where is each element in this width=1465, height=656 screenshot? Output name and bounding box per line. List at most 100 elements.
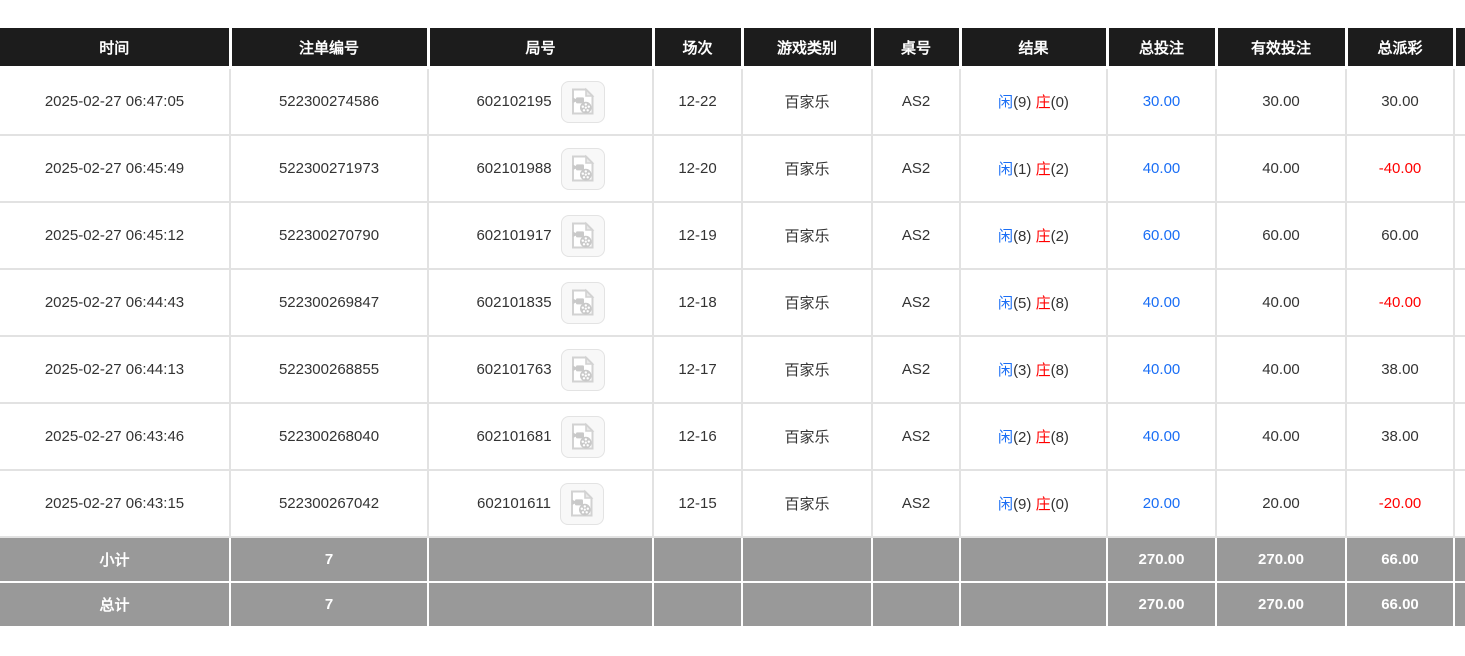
game-type-cell: 百家乐 bbox=[742, 68, 872, 136]
banker-label: 庄 bbox=[1036, 228, 1051, 245]
table-no-cell: AS2 bbox=[872, 403, 960, 470]
total-payout-cell: -20.00 bbox=[1346, 470, 1454, 537]
subtotal-label: 小计 bbox=[0, 537, 230, 582]
total-count: 7 bbox=[230, 582, 428, 627]
player-score: (1) bbox=[1013, 161, 1031, 178]
time-cell: 2025-02-27 06:45:12 bbox=[0, 202, 230, 269]
player-score: (3) bbox=[1013, 362, 1031, 379]
banker-label: 庄 bbox=[1036, 94, 1051, 111]
clipped-cell bbox=[1454, 202, 1465, 269]
valid-bet-cell: 40.00 bbox=[1216, 269, 1346, 336]
result-cell: 闲(5) 庄(8) bbox=[960, 269, 1107, 336]
banker-label: 庄 bbox=[1036, 161, 1051, 178]
bet-id-cell: 522300271973 bbox=[230, 135, 428, 202]
round-cell: 602101681 bbox=[428, 403, 653, 470]
valid-bet-cell: 30.00 bbox=[1216, 68, 1346, 136]
player-label: 闲 bbox=[998, 161, 1013, 178]
round-number: 602101681 bbox=[476, 428, 551, 445]
banker-score: (0) bbox=[1051, 94, 1069, 111]
time-cell: 2025-02-27 06:44:13 bbox=[0, 336, 230, 403]
column-header-result: 结果 bbox=[960, 28, 1107, 68]
valid-bet-cell: 40.00 bbox=[1216, 336, 1346, 403]
table-no-cell: AS2 bbox=[872, 68, 960, 136]
clipped-cell bbox=[1454, 135, 1465, 202]
banker-score: (8) bbox=[1051, 429, 1069, 446]
game-type-cell: 百家乐 bbox=[742, 269, 872, 336]
player-score: (5) bbox=[1013, 295, 1031, 312]
column-header-game-type: 游戏类别 bbox=[742, 28, 872, 68]
video-file-icon bbox=[569, 221, 596, 250]
total-payout-cell: 60.00 bbox=[1346, 202, 1454, 269]
video-file-icon bbox=[569, 355, 596, 384]
column-header-total-payout: 总派彩 bbox=[1346, 28, 1454, 68]
round-number: 602102195 bbox=[476, 93, 551, 110]
table-body: 2025-02-27 06:47:05 522300274586 6021021… bbox=[0, 68, 1465, 538]
video-file-icon bbox=[568, 489, 595, 518]
time-cell: 2025-02-27 06:43:46 bbox=[0, 403, 230, 470]
valid-bet-cell: 40.00 bbox=[1216, 135, 1346, 202]
video-replay-button[interactable] bbox=[560, 483, 604, 525]
total-total-payout: 66.00 bbox=[1346, 582, 1454, 627]
round-number: 602101917 bbox=[476, 227, 551, 244]
video-file-icon bbox=[569, 154, 596, 183]
banker-label: 庄 bbox=[1036, 429, 1051, 446]
bet-records-table: 时间 注单编号 局号 场次 游戏类别 桌号 结果 总投注 有效投注 总派彩 20… bbox=[0, 28, 1465, 628]
video-replay-button[interactable] bbox=[561, 282, 605, 324]
table-row: 2025-02-27 06:47:05 522300274586 6021021… bbox=[0, 68, 1465, 136]
video-replay-button[interactable] bbox=[561, 148, 605, 190]
total-label: 总计 bbox=[0, 582, 230, 627]
video-replay-button[interactable] bbox=[561, 81, 605, 123]
video-replay-button[interactable] bbox=[561, 416, 605, 458]
bet-id-cell: 522300274586 bbox=[230, 68, 428, 136]
banker-score: (8) bbox=[1051, 295, 1069, 312]
banker-score: (2) bbox=[1051, 228, 1069, 245]
total-valid-bet: 270.00 bbox=[1216, 582, 1346, 627]
header-row: 时间 注单编号 局号 场次 游戏类别 桌号 结果 总投注 有效投注 总派彩 bbox=[0, 28, 1465, 68]
table-row: 2025-02-27 06:45:12 522300270790 6021019… bbox=[0, 202, 1465, 269]
column-header-time: 时间 bbox=[0, 28, 230, 68]
subtotal-total-payout: 66.00 bbox=[1346, 537, 1454, 582]
game-type-cell: 百家乐 bbox=[742, 336, 872, 403]
video-replay-button[interactable] bbox=[561, 215, 605, 257]
round-cell: 602101763 bbox=[428, 336, 653, 403]
clipped-cell bbox=[1454, 403, 1465, 470]
total-payout-cell: 38.00 bbox=[1346, 403, 1454, 470]
total-payout-cell: -40.00 bbox=[1346, 135, 1454, 202]
column-header-session: 场次 bbox=[653, 28, 742, 68]
subtotal-count: 7 bbox=[230, 537, 428, 582]
table-no-cell: AS2 bbox=[872, 202, 960, 269]
player-label: 闲 bbox=[998, 94, 1013, 111]
bet-id-cell: 522300268855 bbox=[230, 336, 428, 403]
round-cell: 602101835 bbox=[428, 269, 653, 336]
session-cell: 12-16 bbox=[653, 403, 742, 470]
total-bet-cell: 40.00 bbox=[1107, 336, 1216, 403]
banker-label: 庄 bbox=[1036, 295, 1051, 312]
table-row: 2025-02-27 06:45:49 522300271973 6021019… bbox=[0, 135, 1465, 202]
subtotal-total-bet: 270.00 bbox=[1107, 537, 1216, 582]
player-score: (8) bbox=[1013, 228, 1031, 245]
player-label: 闲 bbox=[998, 362, 1013, 379]
total-bet-cell: 40.00 bbox=[1107, 403, 1216, 470]
banker-score: (0) bbox=[1051, 496, 1069, 513]
bet-id-cell: 522300270790 bbox=[230, 202, 428, 269]
bet-id-cell: 522300269847 bbox=[230, 269, 428, 336]
time-cell: 2025-02-27 06:45:49 bbox=[0, 135, 230, 202]
total-bet-cell: 20.00 bbox=[1107, 470, 1216, 537]
session-cell: 12-20 bbox=[653, 135, 742, 202]
video-replay-button[interactable] bbox=[561, 349, 605, 391]
column-header-table-no: 桌号 bbox=[872, 28, 960, 68]
result-cell: 闲(1) 庄(2) bbox=[960, 135, 1107, 202]
time-cell: 2025-02-27 06:43:15 bbox=[0, 470, 230, 537]
valid-bet-cell: 60.00 bbox=[1216, 202, 1346, 269]
player-score: (9) bbox=[1013, 94, 1031, 111]
total-bet-cell: 40.00 bbox=[1107, 135, 1216, 202]
clipped-cell bbox=[1454, 470, 1465, 537]
result-cell: 闲(2) 庄(8) bbox=[960, 403, 1107, 470]
round-cell: 602101917 bbox=[428, 202, 653, 269]
player-label: 闲 bbox=[998, 496, 1013, 513]
session-cell: 12-18 bbox=[653, 269, 742, 336]
clipped-cell bbox=[1454, 269, 1465, 336]
total-bet-cell: 30.00 bbox=[1107, 68, 1216, 136]
time-cell: 2025-02-27 06:47:05 bbox=[0, 68, 230, 136]
video-file-icon bbox=[569, 288, 596, 317]
